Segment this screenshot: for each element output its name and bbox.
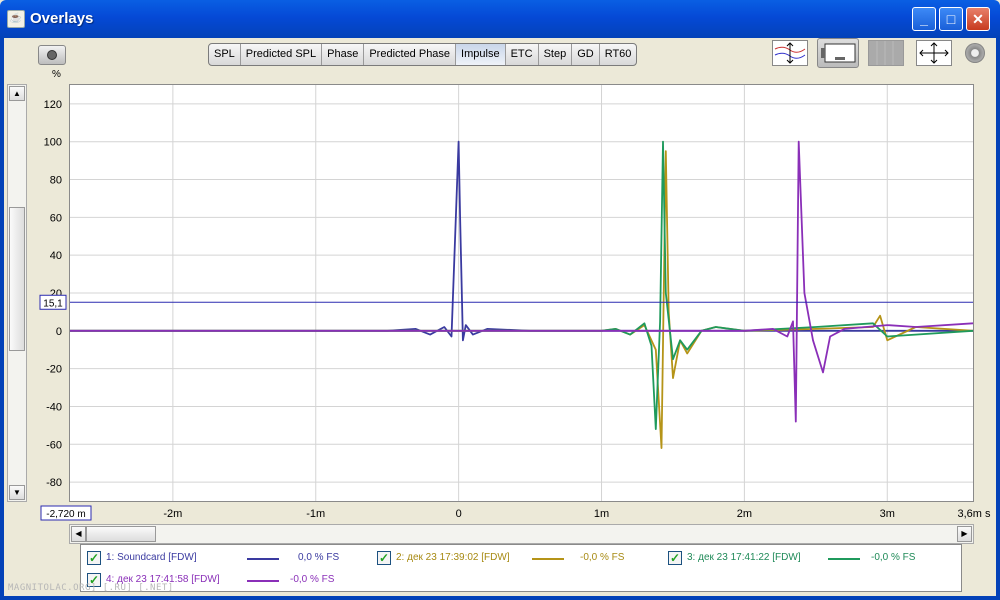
- tab-phase[interactable]: Phase: [322, 44, 365, 65]
- legend-value-2: -0,0 % FS: [580, 552, 625, 563]
- legend-label-2: 2: дек 23 17:39:02 [FDW]: [396, 552, 510, 563]
- legend-swatch-4: [247, 580, 279, 582]
- tab-impulse[interactable]: Impulse: [456, 44, 506, 65]
- maximize-button[interactable]: □: [939, 7, 963, 31]
- scroll-up-arrow[interactable]: ▲: [9, 86, 25, 101]
- legend-swatch-3: [828, 558, 860, 560]
- graph-type-tabs: SPL Predicted SPL Phase Predicted Phase …: [208, 43, 638, 66]
- legend-checkbox-1[interactable]: ✓: [87, 551, 101, 565]
- watermark-text: MAGNITOLAC.ORG] [.RU] [.NET]: [8, 583, 174, 593]
- window-title: Overlays: [30, 10, 94, 27]
- title-bar: ☕ Overlays _ □ ✕: [0, 0, 1000, 38]
- legend-value-1: 0,0 % FS: [298, 552, 340, 563]
- legend-checkbox-3[interactable]: ✓: [668, 551, 682, 565]
- legend-checkbox-2[interactable]: ✓: [377, 551, 391, 565]
- scroll-right-arrow[interactable]: ▶: [957, 526, 972, 542]
- legend-panel: ✓ 1: Soundcard [FDW] 0,0 % FS ✓ 2: дек 2…: [80, 544, 962, 592]
- axis-limits-icon[interactable]: [916, 40, 952, 66]
- tab-spl[interactable]: SPL: [209, 44, 241, 65]
- tab-predicted-spl[interactable]: Predicted SPL: [241, 44, 323, 65]
- legend-value-4: -0,0 % FS: [290, 574, 335, 585]
- impulse-plot-area[interactable]: [69, 84, 974, 502]
- horizontal-scrollbar[interactable]: ◀ ▶: [69, 524, 974, 544]
- control-panel-icon[interactable]: [817, 38, 859, 68]
- legend-item-2: ✓ 2: дек 23 17:39:02 [FDW] -0,0 % FS: [377, 550, 657, 568]
- horizontal-scroll-thumb[interactable]: [86, 526, 156, 542]
- legend-swatch-1: [247, 558, 279, 560]
- legend-item-3: ✓ 3: дек 23 17:41:22 [FDW] -0,0 % FS: [668, 550, 958, 568]
- legend-value-3: -0,0 % FS: [871, 552, 916, 563]
- scroll-down-arrow[interactable]: ▼: [9, 485, 25, 500]
- legend-label-3: 3: дек 23 17:41:22 [FDW]: [687, 552, 801, 563]
- vertical-scroll-thumb[interactable]: [9, 207, 25, 351]
- settings-gear-icon[interactable]: [965, 43, 985, 63]
- legend-label-1: 1: Soundcard [FDW]: [106, 552, 197, 563]
- y-unit-label: %: [52, 69, 61, 80]
- minimize-button[interactable]: _: [912, 7, 936, 31]
- close-button[interactable]: ✕: [966, 7, 990, 31]
- vertical-scrollbar[interactable]: ▲ ▼: [7, 84, 27, 502]
- tab-rt60[interactable]: RT60: [600, 44, 637, 65]
- camera-icon[interactable]: [38, 45, 66, 65]
- java-cup-icon: ☕: [7, 10, 25, 28]
- graph-layout-icon[interactable]: [772, 40, 808, 66]
- legend-item-1: ✓ 1: Soundcard [FDW] 0,0 % FS: [87, 550, 367, 568]
- tab-gd[interactable]: GD: [572, 44, 600, 65]
- tab-step[interactable]: Step: [539, 44, 573, 65]
- scroll-left-arrow[interactable]: ◀: [71, 526, 86, 542]
- tab-predicted-phase[interactable]: Predicted Phase: [364, 44, 457, 65]
- legend-swatch-2: [532, 558, 564, 560]
- grid-icon[interactable]: [868, 40, 904, 66]
- tab-etc[interactable]: ETC: [506, 44, 539, 65]
